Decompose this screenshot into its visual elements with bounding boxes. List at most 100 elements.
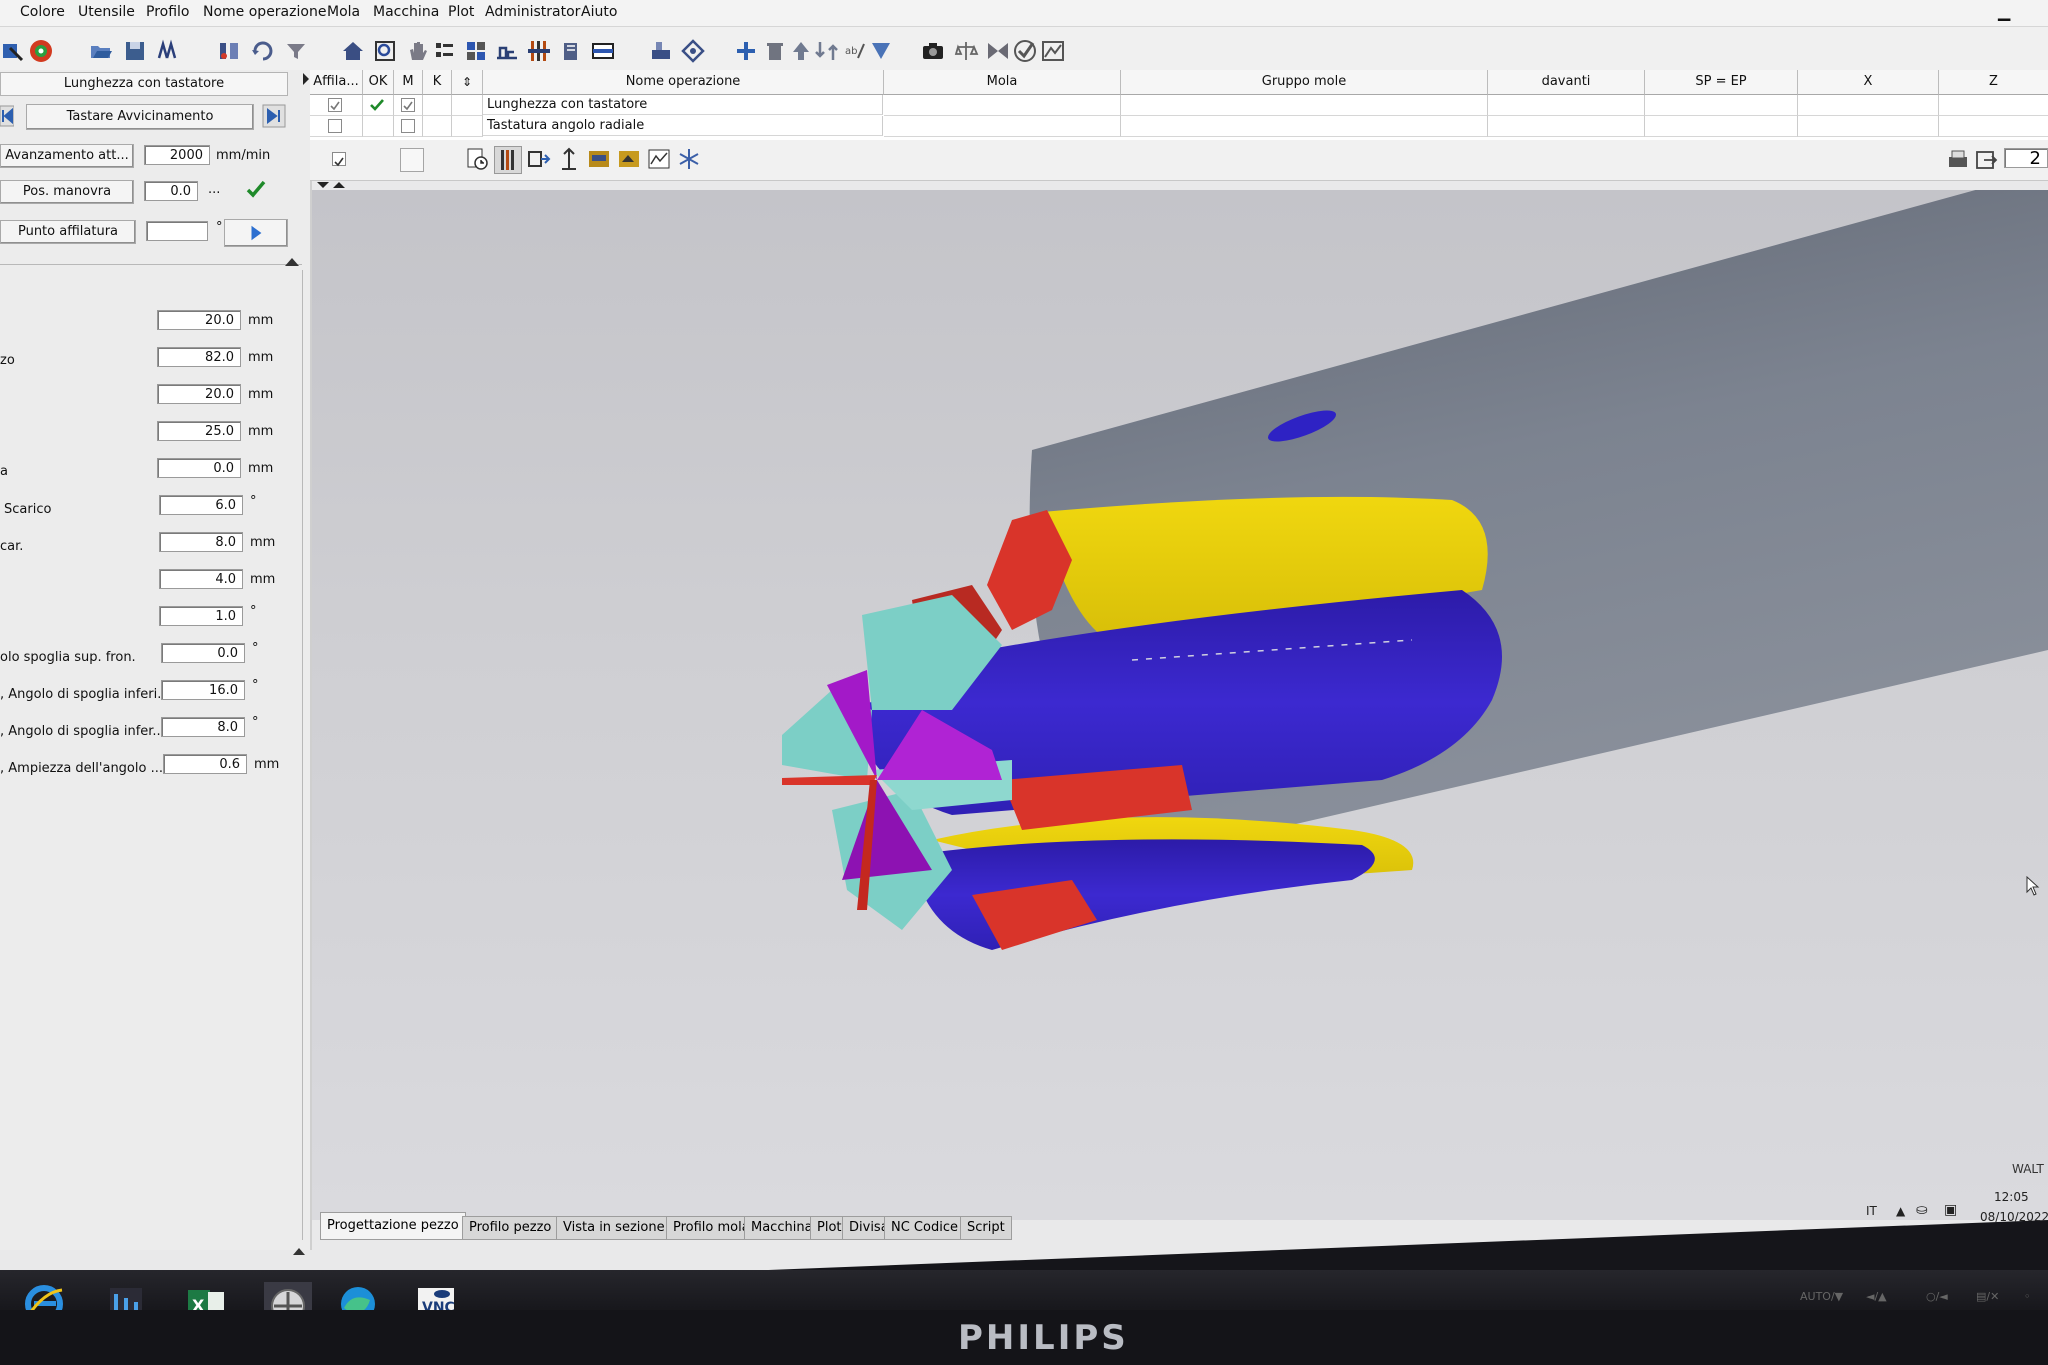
menu-nome-operazione[interactable]: Nome operazione	[203, 4, 326, 20]
last-record-icon[interactable]	[262, 104, 286, 128]
param-field[interactable]: 20.0	[157, 310, 241, 330]
col-z[interactable]: Z	[1939, 70, 2048, 95]
menu-aiuto[interactable]: Aiuto	[581, 4, 617, 20]
tab-progettazione-pezzo[interactable]: Progettazione pezzo	[320, 1212, 466, 1240]
expand-up-icon[interactable]	[292, 1244, 306, 1259]
book-icon[interactable]	[559, 38, 585, 64]
panel-splitter[interactable]	[302, 270, 303, 1240]
first-record-icon[interactable]	[0, 104, 15, 128]
play-button[interactable]	[224, 219, 288, 247]
collapse-up-icon[interactable]	[284, 256, 300, 271]
menu-administrator[interactable]: Administrator	[485, 4, 580, 20]
bezel-button-power[interactable]: ◦	[2024, 1290, 2031, 1303]
probe-approach-button[interactable]: Tastare Avvicinamento	[26, 104, 254, 130]
zoom-icon[interactable]	[372, 38, 398, 64]
row-name[interactable]: Tastatura angolo radiale	[483, 116, 883, 136]
param-field[interactable]: 8.0	[161, 717, 245, 737]
param-field[interactable]: 0.6	[163, 754, 247, 774]
check-icon[interactable]	[1012, 38, 1038, 64]
graph-icon[interactable]	[1040, 38, 1066, 64]
param-field[interactable]: 0.0	[157, 458, 241, 478]
tray-language[interactable]: IT	[1866, 1204, 1877, 1218]
maneuver-ellipsis[interactable]: ...	[208, 182, 220, 197]
param-field[interactable]: 1.0	[159, 606, 243, 626]
tab-vista-in-sezione[interactable]: Vista in sezione	[556, 1216, 672, 1240]
save-icon[interactable]	[122, 38, 148, 64]
filter-icon[interactable]	[283, 38, 309, 64]
tab-script[interactable]: Script	[960, 1216, 1012, 1240]
affila-checkbox[interactable]	[328, 119, 342, 133]
sort-icon[interactable]	[868, 38, 894, 64]
col-mola[interactable]: Mola	[884, 70, 1121, 95]
grid-icon[interactable]	[463, 38, 489, 64]
advance-field[interactable]: 2000	[144, 145, 210, 165]
menu-mola[interactable]: Mola	[327, 4, 360, 20]
blank-toggle[interactable]	[400, 148, 424, 172]
col-affila[interactable]: Affila...	[310, 70, 363, 95]
col-x[interactable]: X	[1798, 70, 1939, 95]
menu-macchina[interactable]: Macchina	[373, 4, 439, 20]
select-all-checkbox[interactable]	[332, 152, 346, 167]
menu-plot[interactable]: Plot	[448, 4, 474, 20]
chart-icon[interactable]	[646, 146, 672, 172]
minimize-icon[interactable]: ▁	[1998, 2, 2010, 21]
m-checkbox[interactable]	[401, 98, 415, 112]
accept-check-icon[interactable]	[245, 178, 267, 200]
param-field[interactable]: 4.0	[159, 569, 243, 589]
tool-icon[interactable]	[0, 38, 26, 64]
param-field[interactable]: 20.0	[157, 384, 241, 404]
camera-icon[interactable]	[920, 38, 946, 64]
col-gruppo-mole[interactable]: Gruppo mole	[1121, 70, 1488, 95]
param-field[interactable]: 6.0	[159, 495, 243, 515]
snowflake-icon[interactable]	[676, 146, 702, 172]
col-ok[interactable]: OK	[363, 70, 394, 95]
notification-icon[interactable]: ▣	[1944, 1202, 1957, 1218]
tray-time[interactable]: 12:05	[1994, 1190, 2029, 1204]
sharpening-point-button[interactable]: Punto affilatura	[0, 220, 136, 244]
param-field[interactable]: 82.0	[157, 347, 241, 367]
machine-view-2-icon[interactable]	[616, 146, 642, 172]
col-k[interactable]: K	[423, 70, 452, 95]
butterfly-icon[interactable]	[985, 38, 1011, 64]
col-sp-ep[interactable]: SP = EP	[1645, 70, 1798, 95]
col-m[interactable]: M	[394, 70, 423, 95]
bezel-button-menu[interactable]: ▤/✕	[1976, 1290, 1999, 1303]
tab-macchina[interactable]: Macchina	[744, 1216, 820, 1240]
move-up-icon[interactable]	[788, 38, 814, 64]
tool-change-icon[interactable]	[216, 38, 242, 64]
param-field[interactable]: 16.0	[161, 680, 245, 700]
profile-bars-icon[interactable]	[526, 38, 552, 64]
print-icon[interactable]	[1946, 148, 1970, 172]
machine-icon[interactable]	[648, 38, 674, 64]
list-view-icon[interactable]	[432, 38, 458, 64]
home-icon[interactable]	[340, 38, 366, 64]
export-icon[interactable]	[1974, 148, 1998, 172]
tab-nc-codice[interactable]: NC Codice	[884, 1216, 965, 1240]
param-field[interactable]: 8.0	[159, 532, 243, 552]
vertical-move-icon[interactable]	[556, 146, 582, 172]
maneuver-position-button[interactable]: Pos. manovra	[0, 180, 134, 204]
add-icon[interactable]	[733, 38, 759, 64]
hand-pan-icon[interactable]	[405, 38, 431, 64]
table-expand-icon[interactable]	[302, 72, 310, 90]
open-folder-icon[interactable]	[88, 38, 114, 64]
sharpening-point-field[interactable]	[146, 221, 208, 241]
rename-icon[interactable]: ab	[842, 38, 868, 64]
rotate-icon[interactable]	[250, 38, 276, 64]
col-nome-operazione[interactable]: Nome operazione	[483, 70, 884, 95]
tray-date[interactable]: 08/10/2022	[1980, 1210, 2048, 1224]
menu-profilo[interactable]: Profilo	[146, 4, 189, 20]
param-field[interactable]: 0.0	[161, 643, 245, 663]
reorder-icon[interactable]	[814, 38, 840, 64]
m-checkbox[interactable]	[401, 119, 415, 133]
bezel-button-brightness[interactable]: ◄/▲	[1866, 1290, 1887, 1303]
measure-icon[interactable]	[494, 38, 520, 64]
machine-view-icon[interactable]	[586, 146, 612, 172]
delete-icon[interactable]	[762, 38, 788, 64]
tray-arrow-icon[interactable]: ▲	[1896, 1204, 1905, 1218]
bezel-button-input[interactable]: ○/◄	[1926, 1290, 1948, 1303]
3d-viewport[interactable]: WALT	[312, 190, 2048, 1220]
layers-icon[interactable]	[155, 38, 181, 64]
col-sort[interactable]: ⇕	[452, 70, 483, 95]
advance-button[interactable]: Avanzamento att...	[0, 144, 134, 168]
